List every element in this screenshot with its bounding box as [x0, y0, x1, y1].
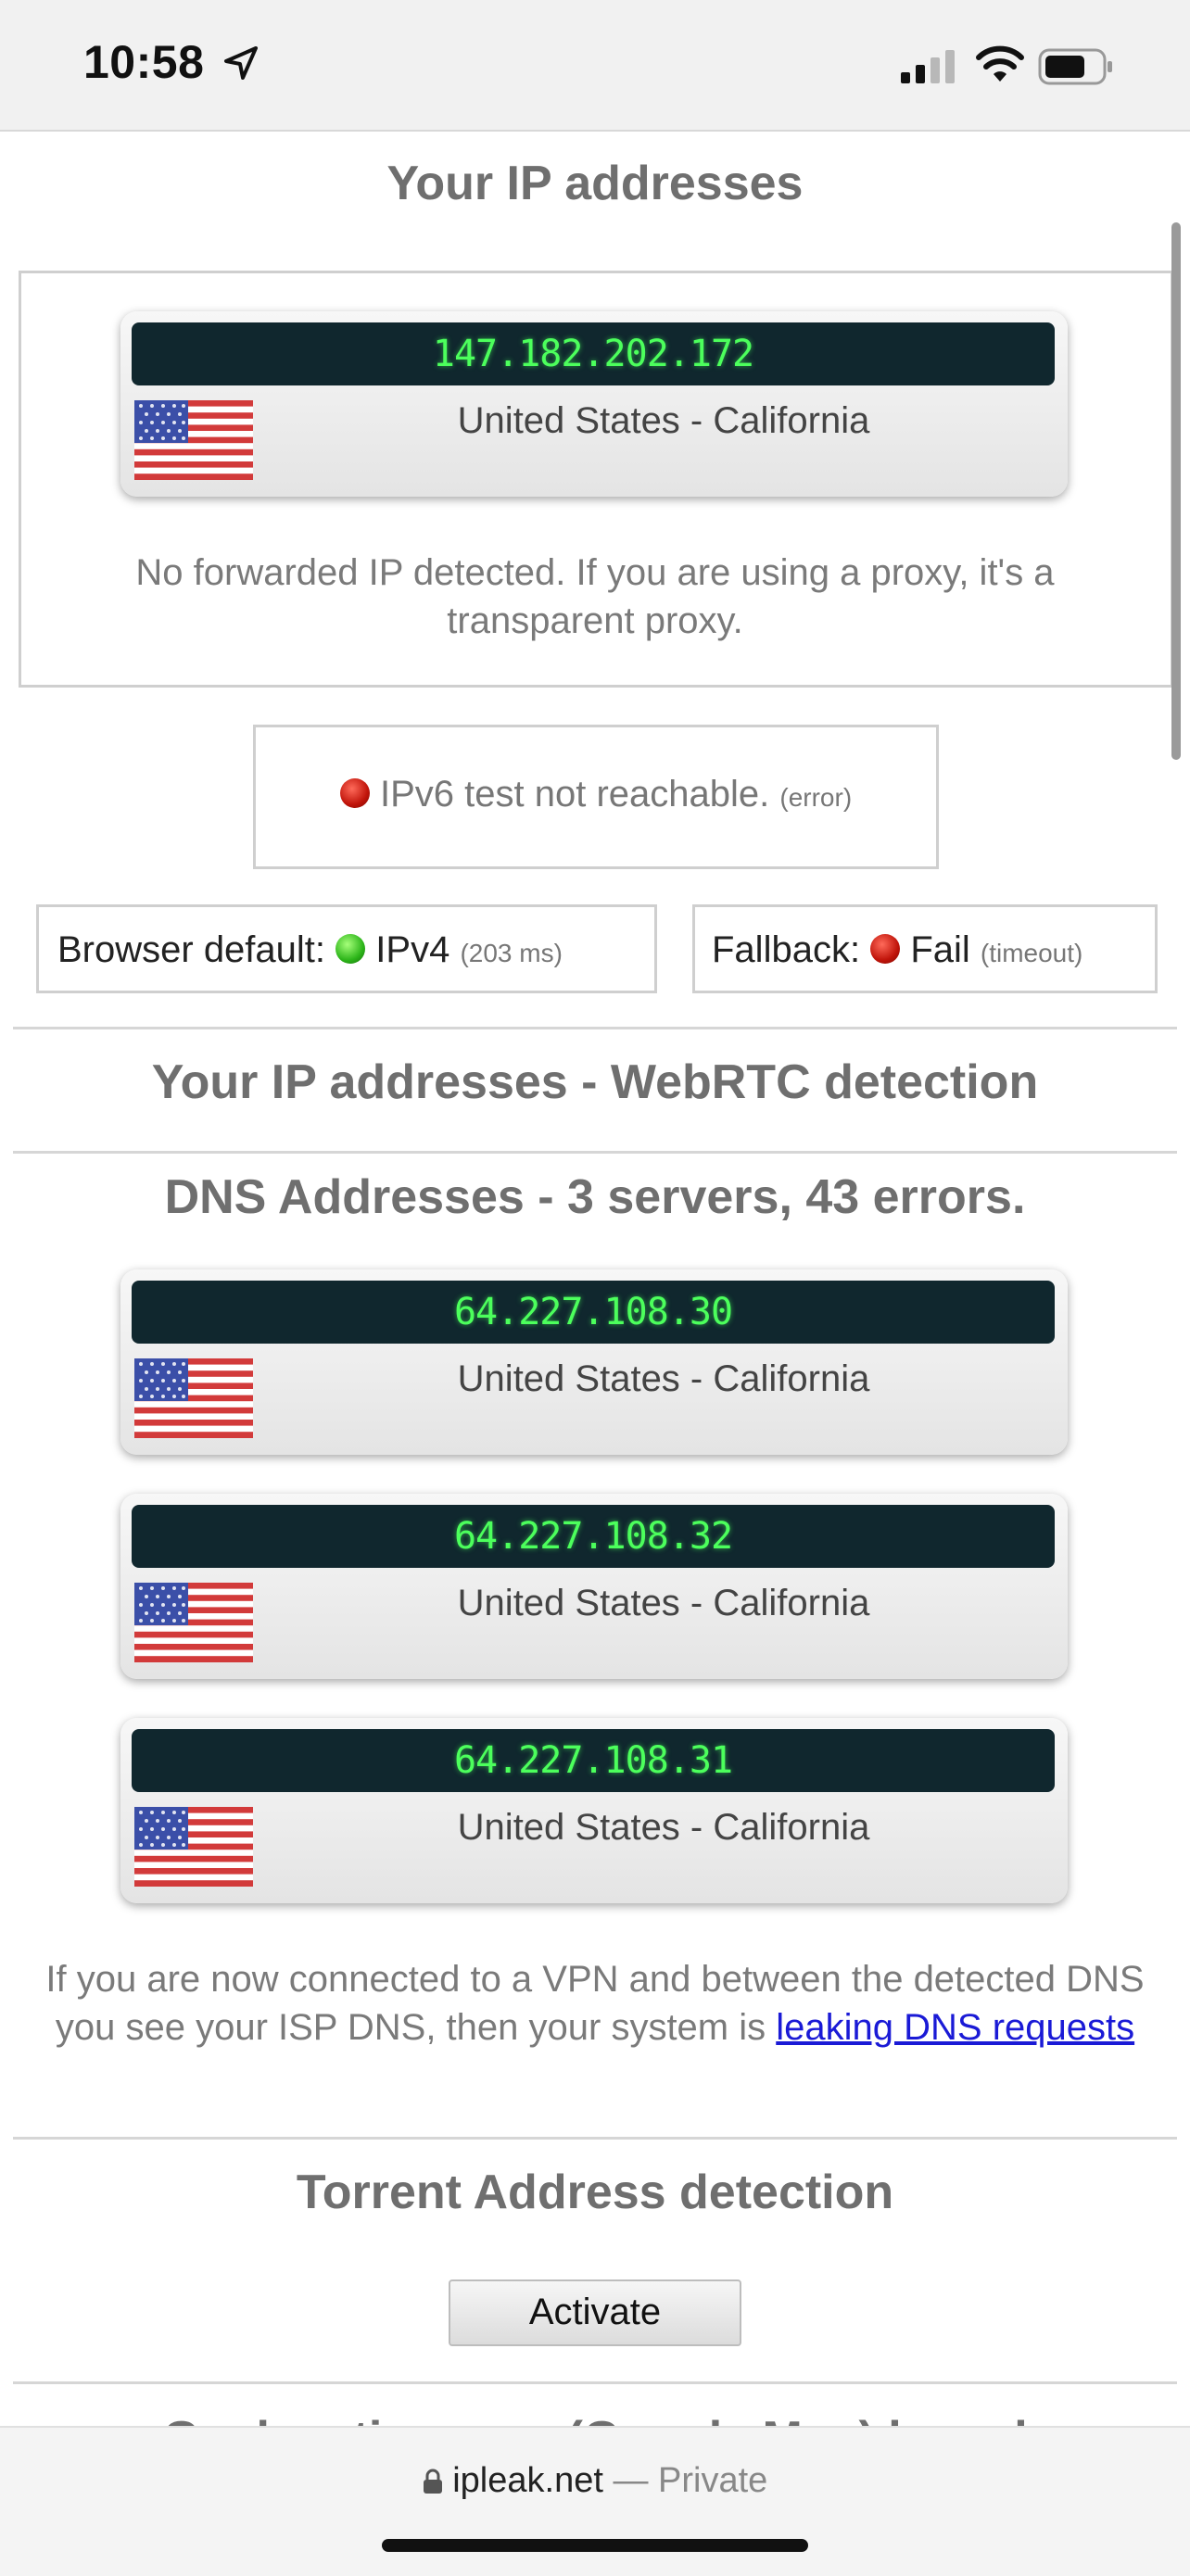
ip-address[interactable]: 147.182.202.172 [132, 322, 1055, 385]
dns-leak-link[interactable]: leaking DNS requests [776, 2007, 1134, 2048]
cell-signal-icon [901, 50, 955, 83]
dns-server-location: United States - California [457, 1358, 870, 1399]
dns-server-address[interactable]: 64.227.108.30 [132, 1281, 1055, 1344]
dns-section-title: DNS Addresses - 3 servers, 43 errors. [164, 1170, 1026, 1224]
divider [13, 1151, 1177, 1154]
lock-icon [423, 2469, 442, 2494]
browser-default-detail: (203 ms) [460, 939, 563, 967]
ip-section-title: Your IP addresses [386, 157, 804, 210]
browser-default-box: Browser default: IPv4 (203 ms) [36, 904, 657, 993]
ip-card: 147.182.202.172 United States - Californ… [120, 311, 1068, 497]
ipv6-status-box: IPv6 test not reachable. (error) [253, 725, 939, 869]
wifi-icon [976, 45, 1024, 82]
url-domain: ipleak.net [452, 2461, 603, 2500]
ipv6-status-detail: (error) [779, 783, 853, 812]
url-separator: — [602, 2461, 659, 2500]
us-flag-icon [134, 1583, 253, 1662]
dns-server-location: United States - California [457, 1807, 870, 1848]
us-flag-icon [134, 1358, 253, 1438]
torrent-section-title: Torrent Address detection [296, 2166, 894, 2219]
browser-address-bar[interactable]: ipleak.net — Private [0, 2426, 1190, 2576]
fallback-box: Fallback: Fail (timeout) [692, 904, 1158, 993]
divider [13, 1027, 1177, 1029]
divider [13, 2137, 1177, 2140]
dns-server-card: 64.227.108.31 United States - California [120, 1718, 1068, 1903]
fallback-value: Fail [910, 929, 970, 970]
status-bar: 10:58 [0, 0, 1190, 132]
ip-location: United States - California [457, 400, 870, 441]
us-flag-icon [134, 400, 253, 480]
dns-leak-note: If you are now connected to a VPN and be… [28, 1955, 1162, 2052]
location-arrow-icon [224, 46, 258, 80]
success-status-icon [335, 934, 366, 964]
error-status-icon [339, 778, 370, 808]
clock: 10:58 [83, 36, 205, 88]
divider [13, 2381, 1177, 2384]
home-indicator[interactable] [382, 2539, 808, 2552]
browser-default-label: Browser default: [57, 929, 326, 970]
browsing-mode: Private [658, 2461, 768, 2500]
fail-status-icon [870, 934, 901, 964]
dns-server-card: 64.227.108.30 United States - California [120, 1269, 1068, 1455]
scrollbar[interactable] [1171, 222, 1181, 760]
activate-button[interactable]: Activate [449, 2279, 741, 2346]
dns-server-address[interactable]: 64.227.108.31 [132, 1729, 1055, 1792]
dns-server-address[interactable]: 64.227.108.32 [132, 1505, 1055, 1568]
ipv6-status-text: IPv6 test not reachable. [379, 774, 770, 814]
dns-server-location: United States - California [457, 1583, 870, 1623]
fallback-label: Fallback: [712, 929, 861, 970]
dns-server-card: 64.227.108.32 United States - California [120, 1494, 1068, 1679]
forwarded-ip-note: No forwarded IP detected. If you are usi… [135, 552, 1055, 641]
webrtc-section-title: Your IP addresses - WebRTC detection [151, 1055, 1039, 1109]
fallback-detail: (timeout) [980, 939, 1083, 967]
browser-default-value: IPv4 [375, 929, 450, 970]
battery-icon [1038, 48, 1112, 85]
us-flag-icon [134, 1807, 253, 1887]
